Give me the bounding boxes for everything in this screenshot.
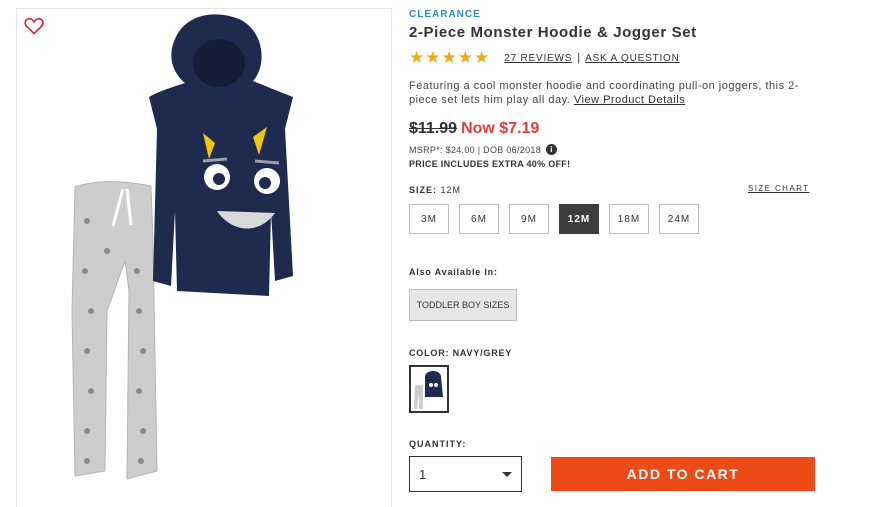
size-option-18m[interactable]: 18M [609,204,649,234]
also-available-label: Also Available In: [409,267,498,277]
jogger-pants [71,181,158,480]
quantity-value: 1 [419,466,427,482]
msrp-text: MSRP*: $24.00 | DOB 06/2018 [409,144,542,155]
view-details-link[interactable]: View Product Details [574,94,685,106]
clearance-badge: CLEARANCE [409,9,481,20]
info-icon[interactable]: i [546,144,558,155]
ask-question-link[interactable]: ASK A QUESTION [585,53,680,64]
rating-row: ★★★★★ 27 REVIEWS | ASK A QUESTION [409,48,680,68]
quantity-label: QUANTITY: [409,439,467,449]
product-title: 2-Piece Monster Hoodie & Jogger Set [409,24,697,41]
star-rating: ★★★★★ [409,48,491,67]
size-option-3m[interactable]: 3M [409,204,449,234]
quantity-select[interactable]: 1 [409,456,522,492]
size-label-text: SIZE: [409,185,438,195]
chevron-down-icon [502,472,512,477]
msrp-row: MSRP*: $24.00 | DOB 06/2018 i [409,144,558,155]
product-image-panel [16,8,392,507]
toddler-sizes-button[interactable]: TODDLER BOY SIZES [409,289,517,321]
rating-separator: | [577,52,581,64]
add-to-cart-button[interactable]: ADD TO CART [551,457,815,491]
original-price: $11.99 [409,120,458,137]
monster-hoodie [149,14,293,296]
product-image [71,14,293,480]
size-option-6m[interactable]: 6M [459,204,499,234]
size-option-24m[interactable]: 24M [659,204,699,234]
size-option-12m[interactable]: 12M [559,204,599,234]
size-option-9m[interactable]: 9M [509,204,549,234]
sale-price: Now $7.19 [461,120,540,137]
price-row: $11.99 Now $7.19 [409,120,539,138]
product-description: Featuring a cool monster hoodie and coor… [409,79,809,107]
size-chart-link[interactable]: SIZE CHART [748,184,809,193]
promo-text: PRICE INCLUDES EXTRA 40% OFF! [409,159,571,169]
size-label: SIZE: 12M [409,185,461,195]
heart-icon[interactable] [24,17,44,35]
color-label: COLOR: NAVY/GREY [409,348,513,358]
reviews-link[interactable]: 27 REVIEWS [504,53,572,64]
size-selected-value: 12M [440,185,462,195]
color-swatch-navy-grey[interactable] [409,365,449,413]
swatch-thumbnail [414,371,443,409]
size-options: 3M 6M 9M 12M 18M 24M [409,204,709,234]
